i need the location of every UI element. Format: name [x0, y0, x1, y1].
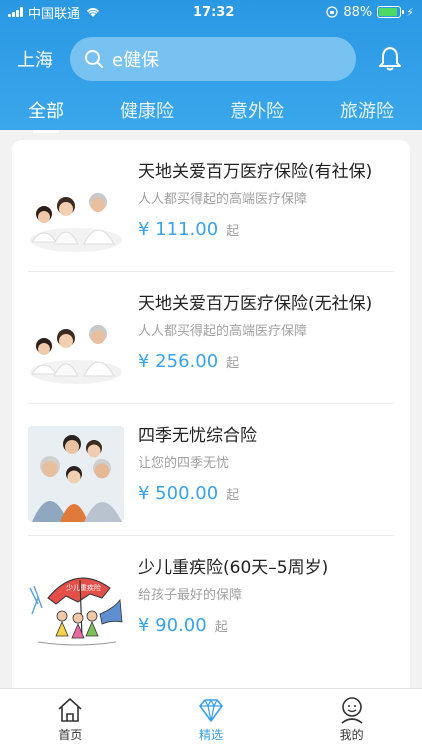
diamond-icon [199, 698, 223, 722]
price-unit: 起 [226, 356, 240, 371]
family-group-photo [28, 426, 124, 522]
product-subtitle: 给孩子最好的保障 [138, 588, 243, 603]
product-title: 天地关爱百万医疗保险(有社保) [138, 162, 373, 182]
product-subtitle: 让您的四季无忧 [138, 456, 230, 471]
profile-icon [341, 697, 363, 724]
tab-featured[interactable]: 精选 [166, 696, 256, 743]
carrier-label: 中国联通 [28, 6, 81, 22]
product-price: ¥ 256.00 [138, 351, 219, 372]
header: 中国联通 17:32 88% ⚡ 上海 e健保 全部 健康险 意外险 旅游险 [0, 0, 422, 133]
tab-label: 精选 [198, 728, 223, 742]
tab-travel[interactable]: 旅游险 [332, 97, 402, 123]
product-item[interactable]: 天地关爱百万医疗保险(无社保) 人人都买得起的高端医疗保障 ¥ 256.00 起 [28, 272, 394, 404]
category-tabs: 全部 健康险 意外险 旅游险 [0, 90, 422, 133]
family-photo [28, 162, 124, 258]
search-input[interactable]: e健保 [70, 37, 356, 81]
bottom-tab-bar: 首页 精选 我的 [0, 688, 422, 750]
product-title: 四季无忧综合险 [138, 426, 257, 446]
tab-home[interactable]: 首页 [25, 696, 115, 743]
rotation-lock-icon [326, 6, 338, 18]
home-icon [58, 698, 82, 722]
search-placeholder: e健保 [112, 50, 160, 71]
product-price: ¥ 111.00 [138, 219, 219, 240]
tab-health[interactable]: 健康险 [112, 97, 182, 123]
wifi-icon [86, 8, 100, 17]
tab-all[interactable]: 全部 [20, 97, 72, 133]
product-subtitle: 人人都买得起的高端医疗保障 [138, 324, 308, 339]
search-icon [85, 50, 103, 68]
tab-label: 我的 [339, 728, 364, 742]
product-item[interactable]: 天地关爱百万医疗保险(有社保) 人人都买得起的高端医疗保障 ¥ 111.00 起 [28, 140, 394, 272]
city-selector[interactable]: 上海 [0, 46, 70, 72]
product-title: 天地关爱百万医疗保险(无社保) [138, 294, 373, 314]
tab-label: 首页 [58, 728, 83, 742]
tab-accident[interactable]: 意外险 [222, 97, 292, 123]
price-unit: 起 [214, 620, 228, 635]
product-title: 少儿重疾险(60天–5周岁) [138, 558, 329, 578]
product-item[interactable]: 四季无忧综合险 让您的四季无忧 ¥ 500.00 起 [28, 404, 394, 536]
battery-icon [377, 6, 405, 18]
price-unit: 起 [226, 488, 240, 503]
umbrella-illustration: 少儿重疾险 [28, 558, 124, 654]
family-photo [28, 294, 124, 390]
product-subtitle: 人人都买得起的高端医疗保障 [138, 192, 308, 207]
status-bar: 中国联通 17:32 88% ⚡ [0, 0, 422, 24]
price-unit: 起 [226, 224, 240, 239]
product-item[interactable]: 少儿重疾险 少儿重疾险(60天–5周岁) 给孩子最好的保障 ¥ 90.00 起 [28, 536, 394, 668]
product-price: ¥ 90.00 [138, 615, 207, 636]
bell-icon[interactable] [376, 45, 404, 73]
umbrella-label: 少儿重疾险 [66, 583, 101, 592]
charging-icon: ⚡ [406, 5, 414, 19]
tab-mine[interactable]: 我的 [307, 696, 397, 743]
time-label: 17:32 [192, 4, 235, 20]
signal-icon [8, 7, 23, 17]
product-price: ¥ 500.00 [138, 483, 219, 504]
battery-percent: 88% [343, 4, 373, 20]
product-list: 天地关爱百万医疗保险(有社保) 人人都买得起的高端医疗保障 ¥ 111.00 起… [12, 140, 410, 700]
